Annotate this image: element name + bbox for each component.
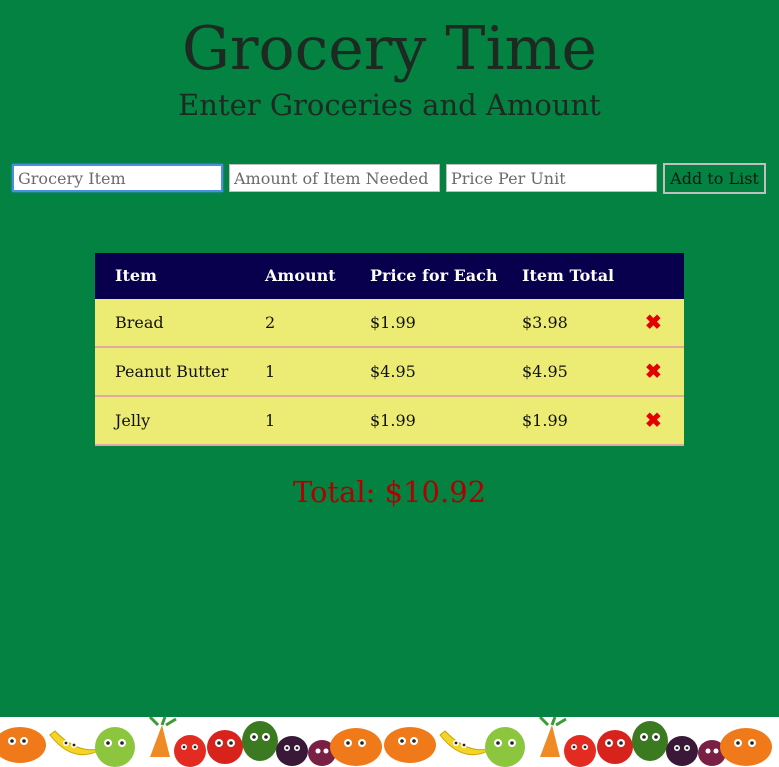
- vegetable-banner-image: [0, 717, 779, 767]
- amount-needed-input[interactable]: [229, 164, 440, 192]
- page-title: Grocery Time: [181, 14, 598, 84]
- row-price: $4.95: [370, 362, 416, 381]
- row-amount: 1: [265, 362, 276, 381]
- delete-icon[interactable]: ✖: [645, 348, 662, 395]
- row-total: $4.95: [522, 362, 568, 381]
- header-item: Item: [115, 266, 157, 285]
- row-item: Bread: [115, 313, 164, 332]
- vegetables-illustration: [0, 717, 774, 767]
- grocery-table: Item Amount Price for Each Item Total Br…: [95, 253, 684, 446]
- delete-icon[interactable]: ✖: [645, 397, 662, 444]
- grocery-item-input[interactable]: [12, 164, 223, 192]
- table-header: Item Amount Price for Each Item Total: [95, 253, 684, 299]
- price-per-unit-input[interactable]: [446, 164, 657, 192]
- row-item: Jelly: [115, 411, 151, 430]
- table-row: Bread 2 $1.99 $3.98 ✖: [95, 299, 684, 348]
- header-item-total: Item Total: [522, 266, 615, 285]
- grand-total: Total: $10.92: [292, 475, 487, 509]
- row-amount: 2: [265, 313, 276, 332]
- page-subtitle: Enter Groceries and Amount: [178, 88, 601, 122]
- row-total: $3.98: [522, 313, 568, 332]
- row-total: $1.99: [522, 411, 568, 430]
- delete-icon[interactable]: ✖: [645, 299, 662, 346]
- row-price: $1.99: [370, 313, 416, 332]
- add-to-list-button[interactable]: Add to List: [663, 163, 766, 194]
- table-row: Peanut Butter 1 $4.95 $4.95 ✖: [95, 348, 684, 397]
- header-amount: Amount: [265, 266, 336, 285]
- header-price-each: Price for Each: [370, 266, 498, 285]
- row-price: $1.99: [370, 411, 416, 430]
- row-item: Peanut Butter: [115, 362, 229, 381]
- table-row: Jelly 1 $1.99 $1.99 ✖: [95, 397, 684, 446]
- row-amount: 1: [265, 411, 276, 430]
